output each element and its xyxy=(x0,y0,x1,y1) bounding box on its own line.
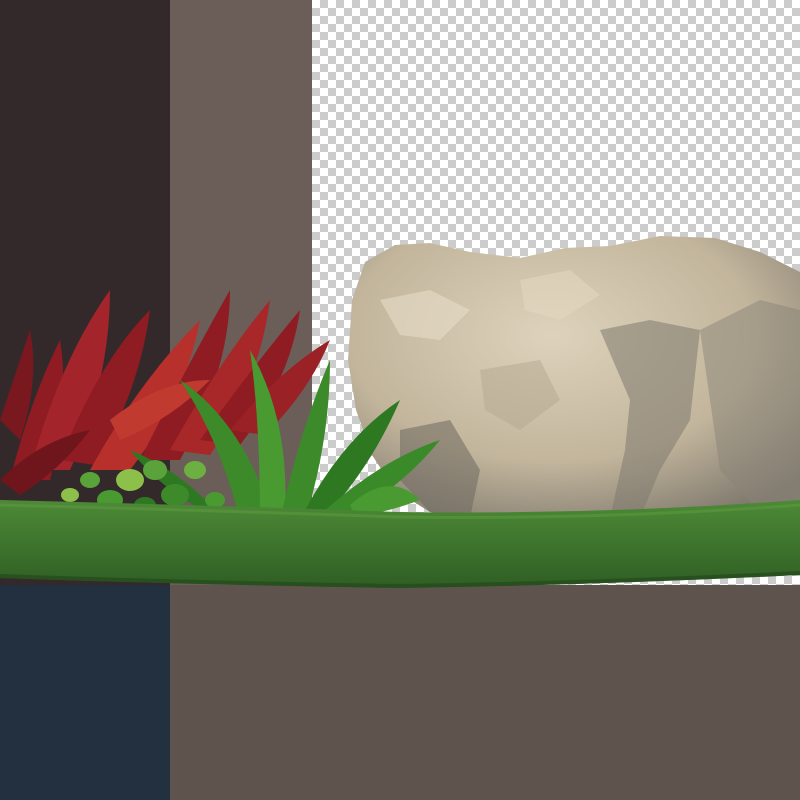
grass-mat-icon xyxy=(0,500,800,589)
boulder-icon xyxy=(348,236,800,519)
composite-image xyxy=(0,0,800,800)
foliage-and-rock-illustration xyxy=(0,236,800,589)
